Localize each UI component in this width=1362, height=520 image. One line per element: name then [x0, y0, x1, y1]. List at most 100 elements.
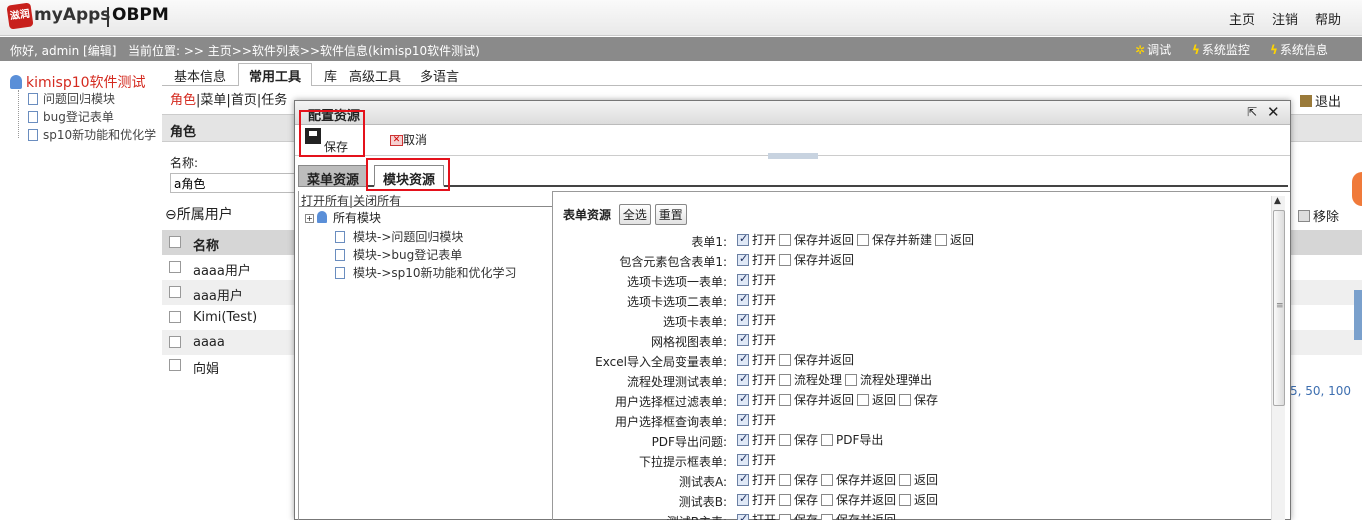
unchecked-box-icon[interactable]	[779, 494, 792, 506]
permission-checkbox[interactable]: 返回	[857, 391, 896, 408]
permission-checkbox[interactable]: 保存	[779, 491, 818, 508]
checked-box-icon[interactable]	[737, 512, 749, 520]
row-checkbox[interactable]	[169, 261, 181, 273]
tab-multilanguage[interactable]: 多语言	[420, 66, 459, 85]
unchecked-box-icon[interactable]	[857, 234, 870, 246]
checked-box-icon[interactable]	[737, 452, 749, 466]
checked-box-icon[interactable]	[737, 272, 749, 286]
unchecked-box-icon[interactable]	[779, 514, 792, 520]
permission-checkbox[interactable]: 打开	[737, 471, 776, 488]
permission-checkbox[interactable]: 打开	[737, 331, 776, 348]
permission-checkbox[interactable]: 流程处理	[779, 371, 842, 388]
permission-checkbox[interactable]: 打开	[737, 451, 776, 468]
permission-checkbox[interactable]: 返回	[899, 471, 938, 488]
system-monitor-button[interactable]: ϟ 系统监控	[1192, 41, 1250, 58]
row-checkbox[interactable]	[169, 286, 181, 298]
checked-box-icon[interactable]	[737, 492, 749, 506]
select-all-checkbox[interactable]	[169, 236, 181, 248]
unchecked-box-icon[interactable]	[899, 394, 912, 406]
unchecked-box-icon[interactable]	[821, 514, 834, 520]
permission-checkbox[interactable]: 保存	[779, 431, 818, 448]
unchecked-box-icon[interactable]	[779, 254, 792, 266]
permission-checkbox[interactable]: 保存	[779, 511, 818, 520]
close-icon[interactable]: ✕	[1267, 103, 1280, 121]
module-tree-root[interactable]: + 所有模块	[305, 209, 381, 226]
permission-checkbox[interactable]: 打开	[737, 431, 776, 448]
remove-button[interactable]: 移除	[1298, 206, 1339, 225]
module-tree-item[interactable]: 模块->bug登记表单	[335, 246, 462, 263]
maximize-icon[interactable]: ⇱	[1247, 105, 1257, 119]
permission-checkbox[interactable]: 打开	[737, 391, 776, 408]
select-all-button[interactable]: 全选	[618, 204, 651, 225]
unchecked-box-icon[interactable]	[821, 474, 834, 486]
tab-common-tools[interactable]: 常用工具	[238, 63, 313, 86]
subtab-role[interactable]: 角色	[170, 93, 196, 108]
exit-button[interactable]: 退出	[1300, 91, 1341, 110]
collapse-handle[interactable]	[1354, 290, 1362, 340]
tab-library[interactable]: 库	[324, 66, 337, 85]
permission-checkbox[interactable]: 保存并返回	[821, 511, 896, 520]
debug-button[interactable]: ✲ 调试	[1135, 41, 1171, 58]
checked-box-icon[interactable]	[737, 292, 749, 306]
checked-box-icon[interactable]	[737, 472, 749, 486]
row-checkbox[interactable]	[169, 336, 181, 348]
unchecked-box-icon[interactable]	[779, 434, 792, 446]
unchecked-box-icon[interactable]	[779, 354, 792, 366]
permission-checkbox[interactable]: 保存并返回	[779, 231, 854, 248]
row-checkbox[interactable]	[169, 359, 181, 371]
permission-checkbox[interactable]: 保存并新建	[857, 231, 932, 248]
reset-button[interactable]: 重置	[654, 204, 687, 225]
permission-checkbox[interactable]: 打开	[737, 371, 776, 388]
row-checkbox[interactable]	[169, 311, 181, 323]
permission-checkbox[interactable]: 保存并返回	[779, 391, 854, 408]
logout-link[interactable]: 注销	[1272, 9, 1298, 28]
unchecked-box-icon[interactable]	[779, 374, 792, 386]
checked-box-icon[interactable]	[737, 352, 749, 366]
tree-root[interactable]: kimisp10软件测试	[10, 72, 146, 92]
unchecked-box-icon[interactable]	[857, 394, 870, 406]
scrollbar-thumb[interactable]: ≡	[1273, 210, 1285, 406]
splitter-handle[interactable]	[768, 153, 818, 159]
permission-checkbox[interactable]: 打开	[737, 311, 776, 328]
scroll-up-icon[interactable]: ▲	[1274, 196, 1281, 206]
unchecked-box-icon[interactable]	[899, 494, 912, 506]
users-section-title[interactable]: ⊖所属用户	[165, 204, 233, 224]
unchecked-box-icon[interactable]	[779, 474, 792, 486]
permission-checkbox[interactable]: 保存并返回	[779, 351, 854, 368]
user-greeting[interactable]: 你好, admin [编辑]	[10, 42, 116, 59]
permission-checkbox[interactable]: 打开	[737, 291, 776, 308]
checked-box-icon[interactable]	[737, 332, 749, 346]
system-info-button[interactable]: ϟ 系统信息	[1270, 41, 1328, 58]
module-tree-item[interactable]: 模块->sp10新功能和优化学习	[335, 264, 517, 281]
checked-box-icon[interactable]	[737, 372, 749, 386]
side-toggle-button[interactable]	[1352, 172, 1362, 206]
permission-checkbox[interactable]: 打开	[737, 231, 776, 248]
permission-checkbox[interactable]: 流程处理弹出	[845, 371, 932, 388]
subtab-task[interactable]: 任务	[261, 93, 287, 108]
subtab-menu[interactable]: 菜单	[200, 93, 226, 108]
permission-checkbox[interactable]: 打开	[737, 271, 776, 288]
unchecked-box-icon[interactable]	[899, 474, 912, 486]
permission-checkbox[interactable]: 返回	[899, 491, 938, 508]
permission-checkbox[interactable]: 保存	[899, 391, 938, 408]
page-size-options[interactable]: 5, 50, 100	[1290, 384, 1351, 398]
permission-checkbox[interactable]: 打开	[737, 511, 776, 520]
permission-checkbox[interactable]: 保存并返回	[779, 251, 854, 268]
cancel-button[interactable]: ✕ 取消	[390, 131, 427, 148]
permission-checkbox[interactable]: 打开	[737, 351, 776, 368]
unchecked-box-icon[interactable]	[845, 374, 858, 386]
sidebar-item-bug-form[interactable]: bug登记表单	[28, 108, 114, 125]
checked-box-icon[interactable]	[737, 412, 749, 426]
subtab-home[interactable]: 首页	[231, 93, 257, 108]
permission-checkbox[interactable]: 保存并返回	[821, 491, 896, 508]
tab-advanced-tools[interactable]: 高级工具	[349, 66, 401, 85]
checked-box-icon[interactable]	[737, 252, 749, 266]
home-link[interactable]: 主页	[1229, 9, 1255, 28]
scrollbar[interactable]: ▲ ≡	[1271, 196, 1285, 520]
unchecked-box-icon[interactable]	[935, 234, 948, 246]
unchecked-box-icon[interactable]	[821, 494, 834, 506]
permission-checkbox[interactable]: PDF导出	[821, 431, 883, 448]
unchecked-box-icon[interactable]	[821, 434, 834, 446]
role-name-input[interactable]	[170, 173, 300, 193]
permission-checkbox[interactable]: 保存并返回	[821, 471, 896, 488]
